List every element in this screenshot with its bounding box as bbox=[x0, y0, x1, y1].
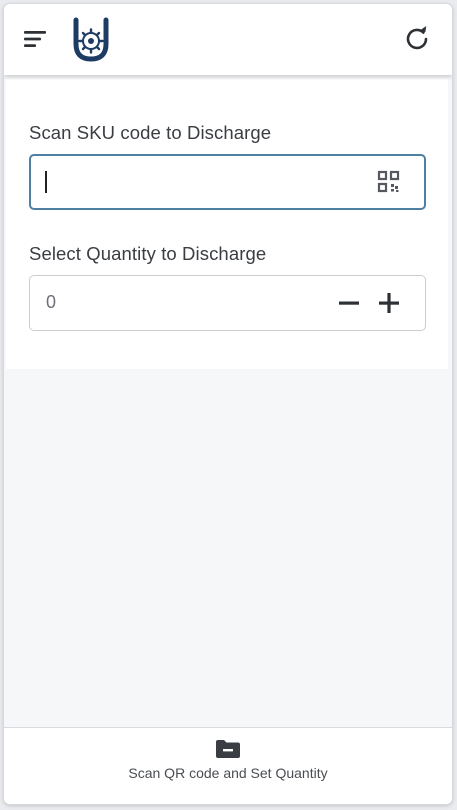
minus-icon[interactable] bbox=[336, 290, 362, 316]
plus-icon[interactable] bbox=[376, 290, 402, 316]
sku-input[interactable] bbox=[29, 154, 426, 210]
menu-icon[interactable] bbox=[20, 24, 50, 54]
app-frame: Scan SKU code to Discharge Select Quanti bbox=[4, 4, 452, 804]
refresh-icon[interactable] bbox=[402, 24, 432, 54]
quantity-value[interactable]: 0 bbox=[46, 292, 56, 313]
folder-minus-icon bbox=[215, 739, 241, 759]
sku-label: Scan SKU code to Discharge bbox=[29, 122, 272, 143]
tab-label: Scan QR code and Set Quantity bbox=[128, 765, 328, 781]
quantity-label: Select Quantity to Discharge bbox=[29, 243, 267, 264]
app-header bbox=[4, 4, 452, 75]
quantity-stepper[interactable]: 0 bbox=[29, 275, 426, 331]
discharge-form-card: Scan SKU code to Discharge Select Quanti bbox=[6, 79, 448, 369]
qr-code-icon[interactable] bbox=[376, 169, 402, 195]
tab-scan-qr[interactable]: Scan QR code and Set Quantity bbox=[128, 728, 328, 804]
logo-icon bbox=[68, 14, 114, 64]
bottom-nav: Scan QR code and Set Quantity bbox=[4, 727, 452, 804]
text-caret bbox=[45, 171, 47, 193]
